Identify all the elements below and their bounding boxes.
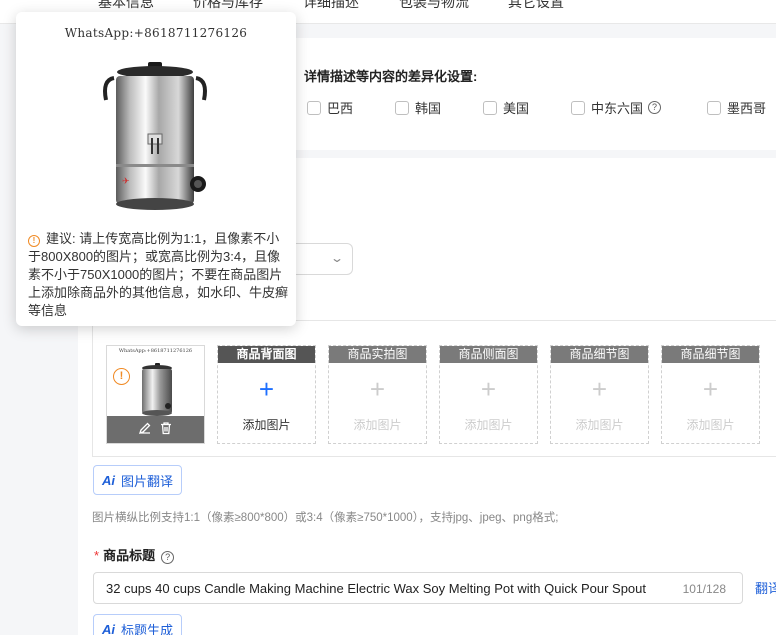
delete-icon[interactable]: [159, 421, 173, 435]
upload-slot-side-view[interactable]: 商品侧面图 + 添加图片: [439, 345, 538, 444]
tab-detail-description[interactable]: 详细描述: [303, 0, 359, 12]
wax-melting-pot-image: ✈: [103, 62, 207, 210]
image-format-hint: 图片横纵比例支持1:1（像素≥800*800）或3:4（像素≥750*1000）…: [92, 512, 559, 524]
thumbnail-watermark: WhatsApp:+8618711276126: [118, 348, 193, 354]
country-option-middle-east[interactable]: 中东六国?: [571, 98, 662, 117]
warning-icon: !: [28, 235, 40, 247]
product-title-label: * 商品标题?: [94, 545, 175, 564]
plus-icon: +: [702, 374, 719, 404]
plus-icon: +: [480, 374, 497, 404]
required-mark: *: [94, 548, 100, 563]
slot-title: 商品背面图: [218, 346, 315, 363]
checkbox[interactable]: [483, 100, 497, 115]
slot-title: 商品侧面图: [440, 346, 537, 363]
wax-melting-pot-image: [142, 363, 172, 416]
thumbnail-action-bar: [107, 416, 204, 443]
checkbox[interactable]: [707, 100, 721, 115]
country-option-mexico[interactable]: 墨西哥: [707, 98, 766, 117]
product-title-value[interactable]: 32 cups 40 cups Candle Making Machine El…: [106, 581, 671, 596]
upload-suggestion: ! 建议: 请上传宽高比例为1:1，且像素不小于800X800的图片；或宽高比例为…: [28, 231, 289, 318]
chevron-down-icon: ⌄: [329, 251, 345, 265]
product-title-input[interactable]: 32 cups 40 cups Candle Making Machine El…: [93, 572, 743, 604]
tab-price-stock[interactable]: 价格与库存: [193, 0, 263, 12]
add-image-label: 添加图片: [575, 418, 624, 432]
title-generate-button[interactable]: Ai 标题生成: [93, 614, 183, 635]
image-preview-popover: WhatsApp:+8618711276126 ✈ ! 建议: 请上传宽高比例为1…: [16, 12, 296, 326]
warning-icon: !: [113, 368, 130, 385]
diff-settings-title: 详情描述等内容的差异化设置:: [304, 69, 478, 84]
slot-title: 商品细节图: [551, 346, 648, 363]
slot-title: 商品细节图: [662, 346, 759, 363]
char-counter: 101/128: [682, 582, 726, 596]
add-image-label: 添加图片: [353, 418, 402, 432]
add-image-label: 添加图片: [464, 418, 513, 432]
upload-slot-back-image[interactable]: 商品背面图 + 添加图片: [217, 345, 316, 444]
checkbox[interactable]: [395, 100, 409, 115]
main-image-thumbnail[interactable]: WhatsApp:+8618711276126 !: [106, 345, 205, 444]
add-image-label: 添加图片: [242, 418, 291, 432]
translate-link[interactable]: 翻译: [755, 578, 776, 597]
help-icon[interactable]: ?: [161, 551, 175, 564]
country-option-usa[interactable]: 美国: [483, 98, 529, 117]
plus-icon: +: [369, 374, 386, 404]
plus-icon: +: [258, 374, 275, 404]
tab-basic-info[interactable]: 基本信息: [98, 0, 154, 12]
add-image-label: 添加图片: [686, 418, 735, 432]
tab-other-settings[interactable]: 其它设置: [508, 0, 564, 12]
edit-icon[interactable]: [138, 421, 152, 435]
upload-slot-real-shot[interactable]: 商品实拍图 + 添加图片: [328, 345, 427, 444]
ai-icon: Ai: [102, 472, 115, 488]
slot-title: 商品实拍图: [329, 346, 426, 363]
upload-slot-detail-2[interactable]: 商品细节图 + 添加图片: [661, 345, 760, 444]
checkbox[interactable]: [571, 100, 585, 115]
plus-icon: +: [591, 374, 608, 404]
checkbox[interactable]: [307, 100, 321, 115]
tab-packaging-logistics[interactable]: 包装与物流: [399, 0, 469, 12]
svg-text:✈: ✈: [122, 177, 130, 187]
help-icon[interactable]: ?: [648, 101, 662, 114]
country-option-korea[interactable]: 韩国: [395, 98, 441, 117]
preview-watermark: WhatsApp:+8618711276126: [64, 26, 248, 40]
upload-slot-detail-1[interactable]: 商品细节图 + 添加图片: [550, 345, 649, 444]
image-translate-button[interactable]: Ai 图片翻译: [93, 465, 183, 495]
ai-icon: Ai: [102, 621, 115, 635]
country-option-brazil[interactable]: 巴西: [307, 98, 353, 117]
